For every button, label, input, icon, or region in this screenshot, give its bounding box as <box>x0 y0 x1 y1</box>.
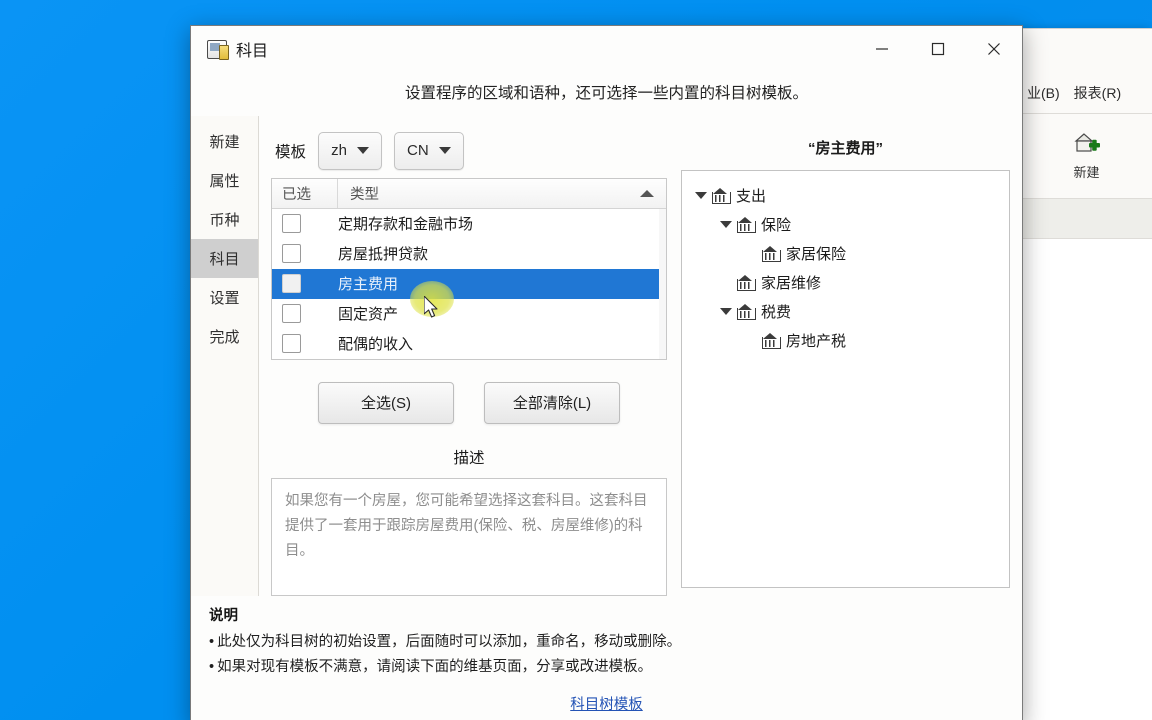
chevron-down-icon[interactable] <box>690 192 712 199</box>
maximize-icon[interactable] <box>910 26 966 72</box>
chevron-down-icon[interactable] <box>715 308 737 315</box>
bank-icon <box>737 275 756 291</box>
toolbar-new-button[interactable]: 新建 <box>1062 127 1112 185</box>
account-tree-templates-link[interactable]: 科目树模板 <box>570 697 643 713</box>
row-label: 配偶的收入 <box>338 336 414 354</box>
right-column: “房主费用” 支出 保险 家居保险 家居维修 税费 房地产税 <box>681 124 1010 596</box>
tree-node-label: 家居维修 <box>761 275 822 292</box>
menu-item-business[interactable]: 业(B) <box>1027 83 1060 103</box>
language-dropdown-value: zh <box>331 142 347 160</box>
tree-panel-title: “房主费用” <box>807 140 883 157</box>
table-row[interactable]: 房屋抵押贷款 <box>272 239 666 269</box>
bank-icon <box>762 333 781 349</box>
list-action-buttons: 全选(S) 全部清除(L) <box>271 360 667 424</box>
template-row: 模板 zh CN <box>271 124 667 178</box>
sidebar-item-currency[interactable]: 币种 <box>191 200 258 239</box>
notes-link-wrap: 科目树模板 <box>209 680 1004 714</box>
select-all-button[interactable]: 全选(S) <box>318 381 454 424</box>
tree-node-home-repair[interactable]: 家居维修 <box>690 268 1001 297</box>
tree-node-expense[interactable]: 支出 <box>690 181 1001 210</box>
row-label: 定期存款和金融市场 <box>338 216 474 234</box>
description-text: 如果您有一个房屋，您可能希望选择这套科目。这套科目提供了一套用于跟踪房屋费用(保… <box>271 477 667 596</box>
notes-title: 说明 <box>209 608 238 624</box>
sort-ascending-icon <box>640 189 654 197</box>
account-type-list[interactable]: 已选 类型 定期存款和金融市场 房屋抵押贷款 房主费用 固定资产 配偶的收入 <box>271 177 667 360</box>
close-icon[interactable] <box>966 26 1022 72</box>
accounts-setup-dialog: 科目 设置程序的区域和语种，还可选择一些内置的科目树模板。 新建 属性 币种 科… <box>190 25 1023 720</box>
account-tree[interactable]: 支出 保险 家居保险 家居维修 税费 房地产税 <box>681 170 1010 588</box>
chevron-down-icon <box>356 147 369 155</box>
menu-item-reports[interactable]: 报表(R) <box>1074 83 1121 103</box>
background-window-band <box>1021 199 1152 239</box>
title-left-group: 科目 <box>191 37 268 61</box>
background-toolbar: 新建 <box>1021 113 1152 199</box>
sidebar-item-accounts[interactable]: 科目 <box>191 239 258 278</box>
row-label: 房屋抵押贷款 <box>338 246 429 264</box>
dialog-content: 模板 zh CN 已选 类型 定期存款和金融市场 房屋抵押贷款 房主费用 固定资… <box>259 116 1022 596</box>
bank-icon <box>737 304 756 320</box>
sidebar-item-settings[interactable]: 设置 <box>191 278 258 317</box>
clear-all-button[interactable]: 全部清除(L) <box>484 381 620 424</box>
list-header-row: 已选 类型 <box>272 178 666 209</box>
tree-node-label: 税费 <box>761 304 792 321</box>
toolbar-new-label: 新建 <box>1073 165 1100 180</box>
dialog-header-text: 设置程序的区域和语种，还可选择一些内置的科目树模板。 <box>404 85 808 102</box>
sidebar-item-new[interactable]: 新建 <box>191 122 258 161</box>
region-dropdown-value: CN <box>407 142 429 160</box>
background-application-window[interactable]: 业(B) 报表(R) 新建 <box>1020 28 1152 720</box>
tree-node-taxes[interactable]: 税费 <box>690 297 1001 326</box>
table-row[interactable]: 固定资产 <box>272 299 666 329</box>
left-column: 模板 zh CN 已选 类型 定期存款和金融市场 房屋抵押贷款 房主费用 固定资… <box>271 124 667 596</box>
background-menu-bar: 业(B) 报表(R) <box>1021 79 1152 107</box>
row-checkbox[interactable] <box>282 244 301 264</box>
account-book-icon <box>207 39 229 60</box>
column-header-type[interactable]: 类型 <box>338 179 666 208</box>
dialog-title-bar[interactable]: 科目 <box>191 26 1022 72</box>
background-window-content <box>1021 239 1152 720</box>
window-controls <box>854 26 1022 72</box>
tree-node-label: 保险 <box>761 217 792 234</box>
note-line: 此处仅为科目树的初始设置，后面随时可以添加，重命名，移动或删除。 <box>209 630 1004 655</box>
notes-section: 说明 此处仅为科目树的初始设置，后面随时可以添加，重命名，移动或删除。 如果对现… <box>191 596 1022 720</box>
note-line: 如果对现有模板不满意，请阅读下面的维基页面，分享或改进模板。 <box>209 655 1004 680</box>
minimize-icon[interactable] <box>854 26 910 72</box>
table-row-selected[interactable]: 房主费用 <box>272 268 666 299</box>
language-dropdown[interactable]: zh <box>318 131 383 170</box>
tree-node-home-insurance[interactable]: 家居保险 <box>690 239 1001 268</box>
dialog-title: 科目 <box>236 43 269 60</box>
row-checkbox[interactable] <box>282 334 301 354</box>
row-checkbox[interactable] <box>282 274 301 294</box>
list-scrollbar[interactable] <box>659 208 666 359</box>
table-row[interactable]: 配偶的收入 <box>272 329 666 359</box>
bank-icon <box>712 188 731 204</box>
column-header-selected[interactable]: 已选 <box>272 178 338 208</box>
row-checkbox[interactable] <box>282 304 301 324</box>
tree-node-property-tax[interactable]: 房地产税 <box>690 326 1001 355</box>
tree-node-label: 家居保险 <box>786 246 847 263</box>
tree-node-insurance[interactable]: 保险 <box>690 210 1001 239</box>
dialog-main: 新建 属性 币种 科目 设置 完成 模板 zh CN 已选 类型 定期存款和金融… <box>191 116 1022 596</box>
sidebar-item-properties[interactable]: 属性 <box>191 161 258 200</box>
sidebar-item-finish[interactable]: 完成 <box>191 317 258 356</box>
house-plus-icon <box>1072 131 1102 157</box>
row-label: 房主费用 <box>338 276 399 294</box>
column-header-type-label: 类型 <box>350 186 379 203</box>
tree-node-label: 房地产税 <box>786 333 847 350</box>
wizard-sidebar: 新建 属性 币种 科目 设置 完成 <box>191 116 259 596</box>
bank-icon <box>762 246 781 262</box>
bank-icon <box>737 217 756 233</box>
row-checkbox[interactable] <box>282 214 301 234</box>
description-title: 描述 <box>453 449 485 467</box>
row-label: 固定资产 <box>338 306 399 324</box>
list-body: 定期存款和金融市场 房屋抵押贷款 房主费用 固定资产 配偶的收入 <box>272 208 666 359</box>
tree-node-label: 支出 <box>736 188 767 205</box>
region-dropdown[interactable]: CN <box>394 131 464 170</box>
template-label: 模板 <box>275 143 307 161</box>
chevron-down-icon[interactable] <box>715 221 737 228</box>
chevron-down-icon <box>438 147 451 155</box>
table-row[interactable]: 定期存款和金融市场 <box>272 209 666 239</box>
